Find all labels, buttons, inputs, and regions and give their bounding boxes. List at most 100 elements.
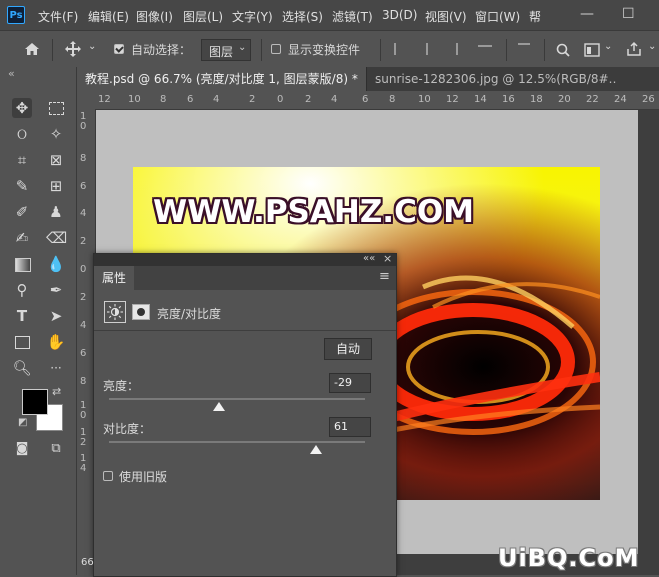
menu-bar: Ps 文件(F) 编辑(E) 图像(I) 图层(L) 文字(Y) 选择(S) 滤… <box>0 0 659 30</box>
menu-view[interactable]: 视图(V) <box>425 8 467 25</box>
eyedropper-icon[interactable]: ✎ <box>12 176 32 196</box>
minimize-button[interactable]: — <box>580 6 594 22</box>
blur-tool-icon[interactable]: 💧 <box>46 254 66 274</box>
frame-tool-icon[interactable]: ⊠ <box>46 150 66 170</box>
use-legacy-checkbox[interactable] <box>103 471 113 481</box>
ruler-tick: 12 <box>446 94 459 105</box>
auto-select-label: 自动选择： <box>131 43 192 57</box>
default-colors-icon[interactable]: ◩ <box>18 417 27 428</box>
quick-mask-icon[interactable]: ◙ <box>12 439 32 459</box>
align-right-icon[interactable] <box>444 43 458 55</box>
menu-layer[interactable]: 图层(L) <box>183 8 223 25</box>
tool-panel: « ✥ ଠ ✧ ⌗ ⊠ ✎ ⊞ ✐ ♟ ✍ ⌫ 💧 ⚲ ✒ T ➤ ✋ 🔍︎ ·… <box>0 67 77 575</box>
auto-select-dropdown[interactable]: 图层 ⌄ <box>201 39 251 61</box>
ruler-tick: 4 <box>213 94 220 105</box>
brightness-slider-thumb[interactable] <box>213 402 226 411</box>
chevron-down-icon[interactable]: ⌄ <box>648 41 656 52</box>
ruler-tick: 2 <box>305 94 312 105</box>
menu-type[interactable]: 文字(Y) <box>232 8 273 25</box>
history-brush-icon[interactable]: ✍ <box>12 228 32 248</box>
contrast-slider-track[interactable] <box>109 441 365 443</box>
menu-3d[interactable]: 3D(D) <box>382 8 417 22</box>
auto-button[interactable]: 自动 <box>324 338 372 360</box>
share-icon[interactable] <box>626 41 642 57</box>
crop-tool-icon[interactable]: ⌗ <box>12 150 32 170</box>
foreground-color-swatch[interactable] <box>22 389 48 415</box>
ruler-tick: 24 <box>614 94 627 105</box>
eraser-icon[interactable]: ⌫ <box>46 228 67 248</box>
ruler-tick: 8 <box>80 376 87 387</box>
contrast-input[interactable]: 61 <box>329 417 371 437</box>
chevron-down-icon[interactable]: ⌄ <box>88 41 96 52</box>
tab-properties[interactable]: 属性 <box>94 266 135 290</box>
ruler-horizontal: 12 10 8 6 4 2 0 2 4 6 8 10 12 14 16 18 2… <box>95 91 659 110</box>
adjustment-layer-label: 亮度/对比度 <box>157 307 222 321</box>
ruler-corner <box>77 91 95 109</box>
brush-tool-icon[interactable]: ✐ <box>12 202 32 222</box>
home-icon[interactable] <box>24 41 40 57</box>
pen-tool-icon[interactable]: ✒ <box>46 280 66 300</box>
zoom-tool-icon[interactable]: 🔍︎ <box>12 358 32 378</box>
menu-image[interactable]: 图像(I) <box>136 8 173 25</box>
menu-edit[interactable]: 编辑(E) <box>88 8 129 25</box>
toolbar-collapse-button[interactable]: « <box>8 67 15 80</box>
brightness-slider-track[interactable] <box>109 398 365 400</box>
brightness-input[interactable]: -29 <box>329 373 371 393</box>
align-center-icon[interactable] <box>420 43 428 55</box>
marquee-tool-icon[interactable] <box>46 98 66 118</box>
workspace-icon[interactable] <box>584 43 600 57</box>
tab-document-active[interactable]: 教程.psd @ 66.7% (亮度/对比度 1, 图层蒙版/8) * × <box>77 67 366 91</box>
document-tabs: 教程.psd @ 66.7% (亮度/对比度 1, 图层蒙版/8) * × su… <box>77 67 659 91</box>
lasso-tool-icon[interactable]: ଠ <box>12 124 32 144</box>
ruler-tick: 18 <box>530 94 543 105</box>
auto-select-checkbox[interactable] <box>114 44 124 54</box>
hand-tool-icon[interactable]: ✋ <box>46 332 66 352</box>
swap-colors-icon[interactable]: ⇄ <box>52 385 61 398</box>
chevron-down-icon[interactable]: ⌄ <box>604 41 612 52</box>
show-transform-checkbox[interactable] <box>271 44 281 54</box>
move-tool-icon[interactable]: ✥ <box>12 98 32 118</box>
path-selection-icon[interactable]: ➤ <box>46 306 66 326</box>
healing-brush-icon[interactable]: ⊞ <box>46 176 66 196</box>
ruler-tick: 0 <box>80 121 87 132</box>
distribute-icon[interactable] <box>478 45 492 55</box>
ruler-tick: 8 <box>389 94 396 105</box>
menu-select[interactable]: 选择(S) <box>282 8 323 25</box>
chevron-down-icon: ⌄ <box>238 42 247 53</box>
move-tool-icon[interactable] <box>64 40 82 58</box>
zoom-level[interactable]: 66 <box>81 557 94 568</box>
ruler-tick: 2 <box>249 94 256 105</box>
collapse-panel-button[interactable]: «« <box>363 253 375 264</box>
align-top-icon[interactable] <box>518 43 530 55</box>
clone-stamp-icon[interactable]: ♟ <box>46 202 66 222</box>
menu-window[interactable]: 窗口(W) <box>475 8 520 25</box>
more-tools-icon[interactable]: ··· <box>46 358 66 378</box>
gradient-tool-icon[interactable] <box>12 254 32 274</box>
type-tool-icon[interactable]: T <box>12 306 32 326</box>
rectangle-tool-icon[interactable] <box>12 332 32 352</box>
dodge-tool-icon[interactable]: ⚲ <box>12 280 32 300</box>
align-left-icon[interactable] <box>394 43 408 55</box>
magic-wand-icon[interactable]: ✧ <box>46 124 66 144</box>
menu-help[interactable]: 帮 <box>529 8 541 25</box>
ruler-tick: 10 <box>128 94 141 105</box>
menu-filter[interactable]: 滤镜(T) <box>332 8 373 25</box>
auto-select-value: 图层 <box>209 45 234 59</box>
tab-document-sunrise[interactable]: sunrise-1282306.jpg @ 12.5%(RGB/8#… <box>366 67 616 91</box>
panel-menu-icon[interactable]: ≡ <box>379 269 390 284</box>
menu-file[interactable]: 文件(F) <box>38 8 78 25</box>
search-icon[interactable] <box>556 43 570 57</box>
screen-mode-icon[interactable]: ⧉ <box>46 439 66 459</box>
panel-header: «« × <box>94 252 396 266</box>
ruler-tick: 6 <box>80 181 87 192</box>
mask-icon[interactable] <box>132 304 150 320</box>
maximize-button[interactable]: ☐ <box>622 6 635 22</box>
contrast-label: 对比度： <box>103 422 152 436</box>
ruler-tick: 4 <box>331 94 338 105</box>
contrast-slider-thumb[interactable] <box>310 445 323 454</box>
ruler-tick: 20 <box>558 94 571 105</box>
ruler-tick: 16 <box>502 94 515 105</box>
brightness-label: 亮度： <box>103 379 140 393</box>
close-icon[interactable]: × <box>383 252 392 265</box>
brightness-contrast-icon <box>104 301 126 323</box>
